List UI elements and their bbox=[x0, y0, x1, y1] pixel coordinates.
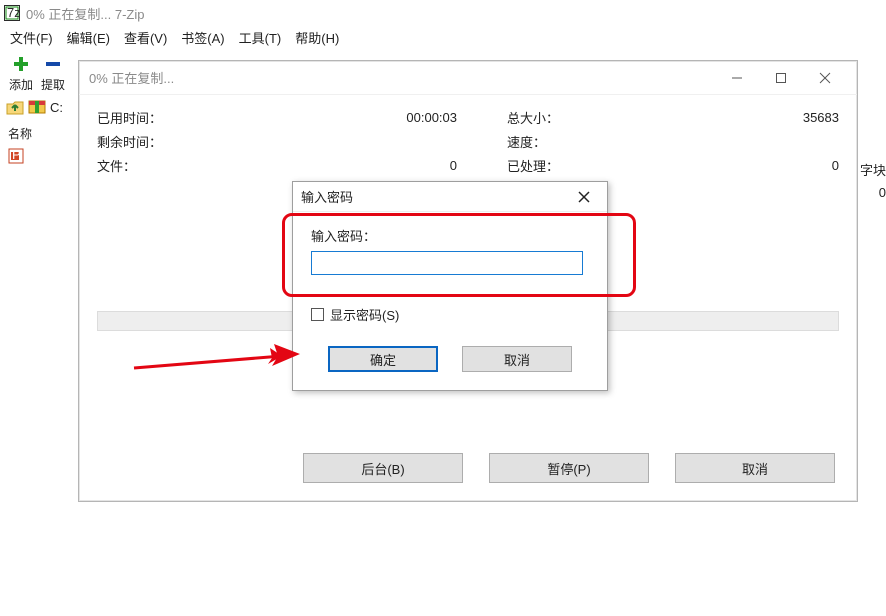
password-titlebar: 输入密码 bbox=[293, 182, 607, 212]
password-ok-button[interactable]: 确定 bbox=[328, 346, 438, 372]
menu-view[interactable]: 查看(V) bbox=[124, 28, 167, 47]
value-processed: 0 bbox=[587, 158, 839, 173]
menu-edit[interactable]: 编辑(E) bbox=[67, 28, 110, 47]
folder-up-icon[interactable] bbox=[6, 99, 24, 115]
menu-help[interactable]: 帮助(H) bbox=[295, 28, 339, 47]
label-processed: 已处理： bbox=[457, 156, 587, 175]
menu-file[interactable]: 文件(F) bbox=[10, 28, 53, 47]
password-close-button[interactable] bbox=[569, 185, 599, 209]
main-title-text: 0% 正在复制... 7-Zip bbox=[26, 4, 144, 23]
path-text: C: bbox=[50, 100, 63, 115]
show-password-label: 显示密码(S) bbox=[330, 305, 399, 324]
password-title-text: 输入密码 bbox=[301, 187, 353, 206]
label-remaining: 剩余时间： bbox=[97, 132, 207, 151]
checkbox-icon bbox=[311, 308, 324, 321]
close-icon bbox=[819, 72, 831, 84]
menubar: 文件(F) 编辑(E) 查看(V) 书签(A) 工具(T) 帮助(H) bbox=[0, 24, 886, 53]
label-speed: 速度： bbox=[457, 132, 587, 151]
menu-tools[interactable]: 工具(T) bbox=[239, 28, 282, 47]
password-cancel-button[interactable]: 取消 bbox=[462, 346, 572, 372]
maximize-button[interactable] bbox=[759, 63, 803, 93]
progress-stats: 已用时间： 00:00:03 总大小： 35683 剩余时间： 速度： 文件： … bbox=[79, 95, 857, 177]
label-totalsize: 总大小： bbox=[457, 108, 587, 127]
progress-title-text: 0% 正在复制... bbox=[89, 68, 174, 87]
password-label: 输入密码： bbox=[311, 226, 589, 245]
password-input[interactable] bbox=[311, 251, 583, 275]
menu-bookmark[interactable]: 书签(A) bbox=[181, 28, 224, 47]
background-button[interactable]: 后台(B) bbox=[303, 453, 463, 483]
minus-icon bbox=[44, 55, 62, 73]
main-titlebar: 7z 0% 正在复制... 7-Zip bbox=[0, 0, 886, 24]
password-dialog: 输入密码 输入密码： 显示密码(S) 确定 取消 bbox=[292, 181, 608, 391]
close-button[interactable] bbox=[803, 63, 847, 93]
svg-text:7z: 7z bbox=[7, 5, 20, 20]
pause-button[interactable]: 暂停(P) bbox=[489, 453, 649, 483]
svg-text:P: P bbox=[12, 148, 21, 162]
archive-icon[interactable] bbox=[28, 99, 46, 115]
maximize-icon bbox=[775, 72, 787, 84]
value-totalsize: 35683 bbox=[587, 110, 839, 125]
toolbar-extract-label: 提取 bbox=[41, 76, 65, 93]
toolbar-add-label: 添加 bbox=[9, 76, 33, 93]
minimize-button[interactable] bbox=[715, 63, 759, 93]
toolbar-extract[interactable]: 提取 bbox=[38, 53, 68, 93]
minimize-icon bbox=[731, 72, 743, 84]
show-password-checkbox[interactable]: 显示密码(S) bbox=[311, 305, 589, 324]
close-icon bbox=[578, 191, 590, 203]
pptx-file-icon: P bbox=[8, 148, 24, 164]
partial-right-column: 字块 0 bbox=[860, 160, 886, 200]
label-elapsed: 已用时间： bbox=[97, 108, 207, 127]
plus-icon bbox=[12, 55, 30, 73]
partial-col-value: 0 bbox=[860, 185, 886, 200]
toolbar-add[interactable]: 添加 bbox=[6, 53, 36, 93]
value-elapsed: 00:00:03 bbox=[207, 110, 457, 125]
value-files: 0 bbox=[207, 158, 457, 173]
partial-col-header: 字块 bbox=[860, 160, 886, 179]
progress-titlebar: 0% 正在复制... bbox=[79, 61, 857, 95]
app-icon: 7z bbox=[4, 5, 20, 21]
cancel-button[interactable]: 取消 bbox=[675, 453, 835, 483]
label-files: 文件： bbox=[97, 156, 207, 175]
